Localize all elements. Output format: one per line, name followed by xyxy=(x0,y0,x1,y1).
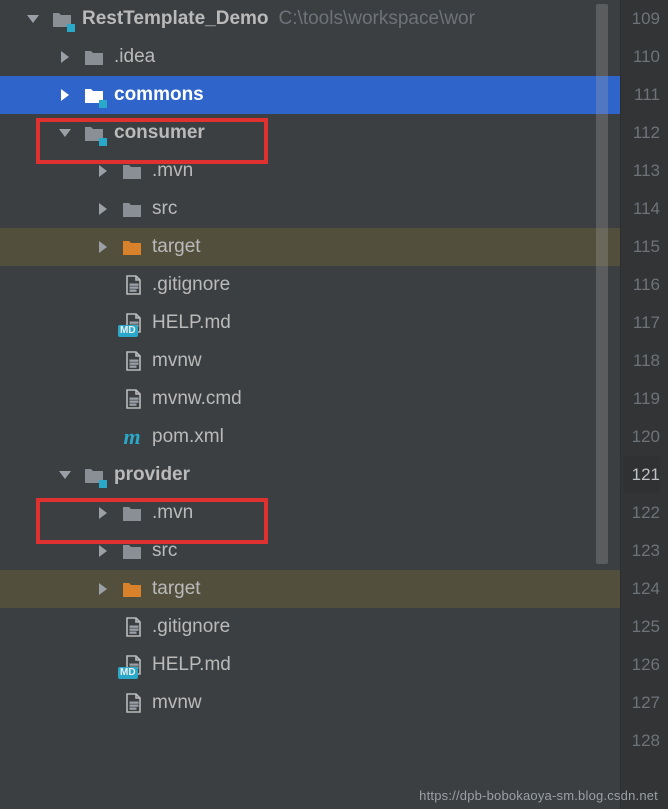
line-number: 120 xyxy=(623,418,660,456)
line-number: 109 xyxy=(623,0,660,38)
file-icon xyxy=(120,349,144,373)
tree-item-label: target xyxy=(152,228,201,266)
tree-row-root[interactable]: RestTemplate_Demo C:\tools\workspace\wor xyxy=(0,0,620,38)
folder-icon xyxy=(120,539,144,563)
chevron-right-icon[interactable] xyxy=(92,540,114,562)
line-number: 116 xyxy=(623,266,660,304)
line-number: 118 xyxy=(623,342,660,380)
tree-row[interactable]: src xyxy=(0,190,620,228)
tree-row-consumer[interactable]: consumer xyxy=(0,114,620,152)
tree-row[interactable]: mvnw xyxy=(0,684,620,722)
tree-item-label: .mvn xyxy=(152,152,193,190)
tree-row-target[interactable]: target xyxy=(0,570,620,608)
tree-row-pom[interactable]: m pom.xml xyxy=(0,418,620,456)
editor-gutter: 1091101111121131141151161171181191201211… xyxy=(620,0,668,809)
file-icon xyxy=(120,387,144,411)
tree-item-label: src xyxy=(152,190,177,228)
scrollbar-thumb[interactable] xyxy=(596,4,608,564)
tree-item-label: mvnw xyxy=(152,684,202,722)
line-number: 117 xyxy=(623,304,660,342)
tree-item-label: HELP.md xyxy=(152,646,231,684)
line-number: 127 xyxy=(623,684,660,722)
tree-row-commons[interactable]: commons xyxy=(0,76,620,114)
folder-icon xyxy=(120,159,144,183)
line-number: 124 xyxy=(623,570,660,608)
line-number: 112 xyxy=(623,114,660,152)
tree-row[interactable]: .mvn xyxy=(0,152,620,190)
chevron-down-icon[interactable] xyxy=(54,464,76,486)
file-icon xyxy=(120,273,144,297)
folder-icon xyxy=(120,501,144,525)
tree-row[interactable]: .gitignore xyxy=(0,266,620,304)
tree-item-label: commons xyxy=(114,76,204,114)
line-number: 115 xyxy=(623,228,660,266)
line-number: 110 xyxy=(623,38,660,76)
tree-item-label: mvnw.cmd xyxy=(152,380,242,418)
tree-row[interactable]: .gitignore xyxy=(0,608,620,646)
tree-item-label: .gitignore xyxy=(152,608,230,646)
line-number: 114 xyxy=(623,190,660,228)
excluded-folder-icon xyxy=(120,577,144,601)
tree-item-label: provider xyxy=(114,456,190,494)
tree-row[interactable]: MD HELP.md xyxy=(0,304,620,342)
chevron-right-icon[interactable] xyxy=(54,84,76,106)
excluded-folder-icon xyxy=(120,235,144,259)
line-number: 113 xyxy=(623,152,660,190)
module-folder-icon xyxy=(50,7,74,31)
file-icon xyxy=(120,615,144,639)
line-number: 121 xyxy=(623,456,660,494)
tree-item-label: mvnw xyxy=(152,342,202,380)
project-path: C:\tools\workspace\wor xyxy=(279,8,475,30)
chevron-down-icon[interactable] xyxy=(22,8,44,30)
tree-row[interactable]: MD HELP.md xyxy=(0,646,620,684)
folder-icon xyxy=(120,197,144,221)
line-number: 126 xyxy=(623,646,660,684)
line-number: 128 xyxy=(623,722,660,760)
maven-pom-icon: m xyxy=(120,425,144,449)
tree-row[interactable]: mvnw xyxy=(0,342,620,380)
markdown-file-icon: MD xyxy=(120,653,144,677)
project-tree[interactable]: RestTemplate_Demo C:\tools\workspace\wor… xyxy=(0,0,620,809)
chevron-right-icon[interactable] xyxy=(54,46,76,68)
tree-row-target[interactable]: target xyxy=(0,228,620,266)
tree-row[interactable]: mvnw.cmd xyxy=(0,380,620,418)
chevron-right-icon[interactable] xyxy=(92,160,114,182)
tree-item-label: .idea xyxy=(114,38,155,76)
tree-item-label: src xyxy=(152,532,177,570)
chevron-right-icon[interactable] xyxy=(92,578,114,600)
ide-project-panel: RestTemplate_Demo C:\tools\workspace\wor… xyxy=(0,0,668,809)
tree-row[interactable]: .mvn xyxy=(0,494,620,532)
tree-row-provider[interactable]: provider xyxy=(0,456,620,494)
module-folder-icon xyxy=(82,463,106,487)
tree-item-label: .gitignore xyxy=(152,266,230,304)
module-folder-icon xyxy=(82,83,106,107)
folder-icon xyxy=(82,45,106,69)
tree-item-label: target xyxy=(152,570,201,608)
chevron-right-icon[interactable] xyxy=(92,502,114,524)
tree-row-idea[interactable]: .idea xyxy=(0,38,620,76)
tree-item-label: RestTemplate_Demo xyxy=(82,0,269,38)
chevron-down-icon[interactable] xyxy=(54,122,76,144)
line-number: 119 xyxy=(623,380,660,418)
chevron-right-icon[interactable] xyxy=(92,198,114,220)
tree-item-label: consumer xyxy=(114,114,205,152)
line-number: 123 xyxy=(623,532,660,570)
tree-row[interactable]: src xyxy=(0,532,620,570)
markdown-file-icon: MD xyxy=(120,311,144,335)
line-number: 122 xyxy=(623,494,660,532)
tree-item-label: .mvn xyxy=(152,494,193,532)
tree-item-label: pom.xml xyxy=(152,418,224,456)
chevron-right-icon[interactable] xyxy=(92,236,114,258)
line-number: 125 xyxy=(623,608,660,646)
file-icon xyxy=(120,691,144,715)
line-number: 111 xyxy=(623,76,660,114)
module-folder-icon xyxy=(82,121,106,145)
tree-item-label: HELP.md xyxy=(152,304,231,342)
